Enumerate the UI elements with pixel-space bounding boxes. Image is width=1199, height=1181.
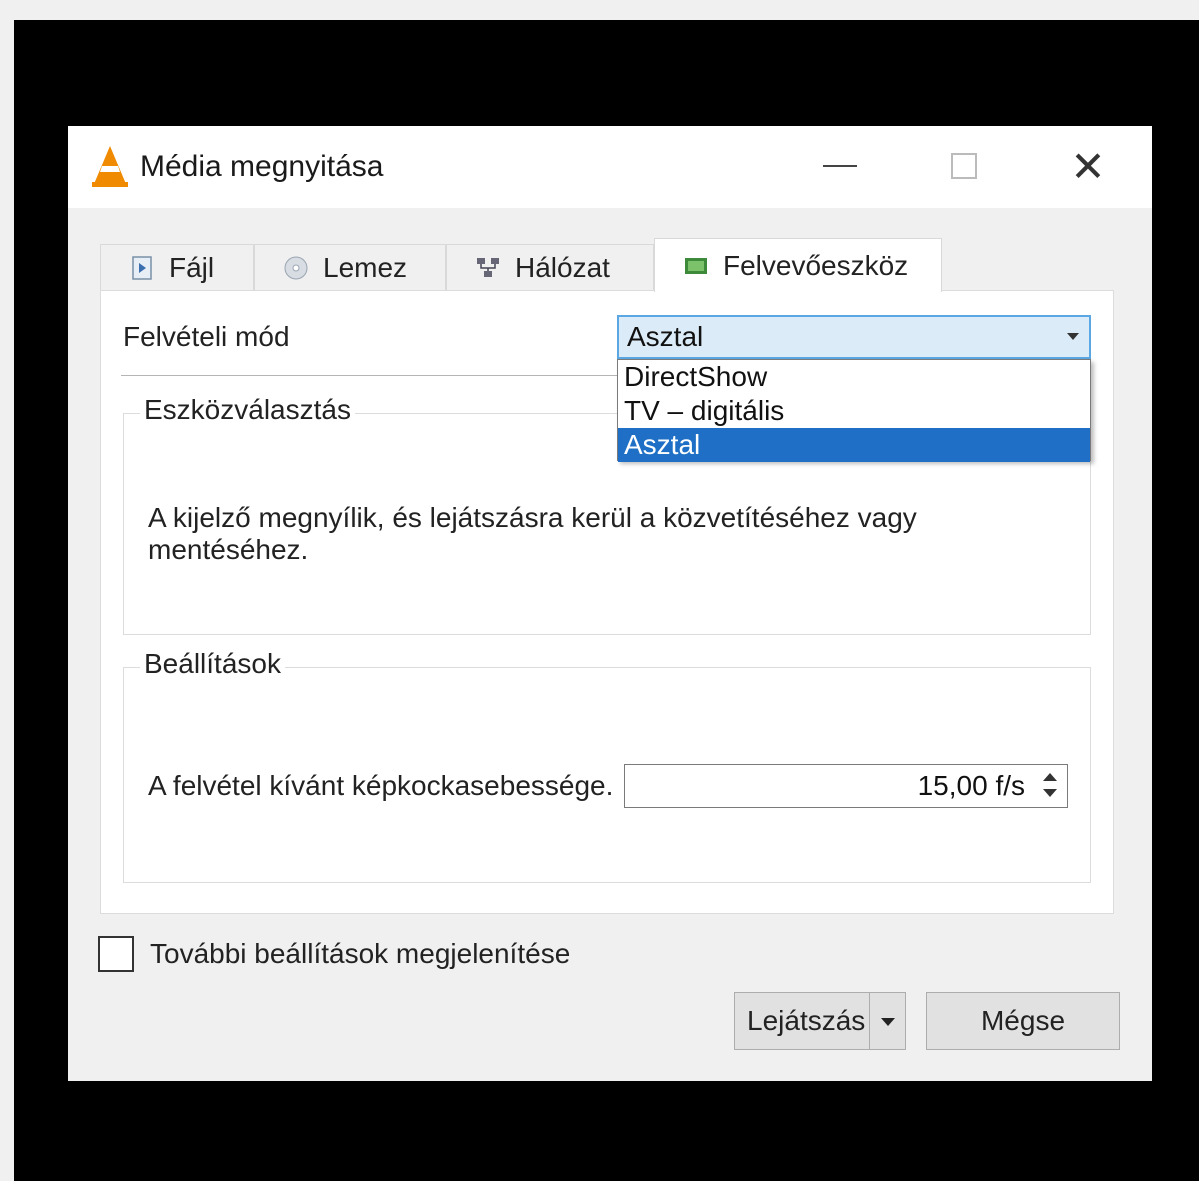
group-title: Eszközválasztás: [140, 394, 355, 426]
disc-icon: [284, 256, 308, 279]
minimize-icon[interactable]: [810, 146, 870, 186]
capture-mode-value: Asztal: [627, 321, 704, 352]
dropdown-option-desktop[interactable]: Asztal: [618, 428, 1090, 462]
cancel-button-label: Mégse: [980, 1005, 1066, 1036]
tab-label: Lemez: [323, 251, 408, 283]
tab-disc[interactable]: Lemez: [254, 244, 446, 290]
button-divider: [869, 993, 870, 1049]
tab-label: Fájl: [169, 251, 215, 283]
device-description: A kijelző megnyílik, és lejátszásra kerü…: [148, 502, 917, 565]
frame-rate-label: A felvétel kívánt képkockasebessége.: [148, 770, 614, 801]
tab-file[interactable]: Fájl: [100, 244, 254, 290]
chevron-down-icon[interactable]: [881, 1018, 895, 1026]
close-icon[interactable]: ✕: [1058, 143, 1118, 190]
capture-mode-select[interactable]: Asztal: [617, 315, 1091, 359]
capture-mode-dropdown-list: DirectShow TV – digitális Asztal: [617, 359, 1091, 462]
maximize-icon[interactable]: [934, 146, 994, 186]
tab-label: Hálózat: [515, 251, 610, 283]
spin-buttons[interactable]: [1037, 767, 1065, 805]
network-icon: [477, 257, 499, 277]
group-title: Beállítások: [140, 648, 285, 680]
cancel-button[interactable]: Mégse: [926, 992, 1120, 1050]
capture-mode-label: Felvételi mód: [123, 321, 290, 352]
dropdown-option-directshow[interactable]: DirectShow: [618, 360, 1090, 394]
spin-down-icon[interactable]: [1043, 789, 1057, 797]
file-icon: [132, 255, 152, 280]
open-media-dialog: Média megnyitása ✕ Fájl Lemez Hálózat Fe…: [68, 126, 1152, 1081]
vlc-cone-icon: [92, 146, 128, 187]
frame-rate-value: 15,00 f/s: [917, 770, 1025, 801]
more-options-checkbox[interactable]: [98, 936, 134, 972]
dropdown-option-tv-digital[interactable]: TV – digitális: [618, 394, 1090, 428]
chevron-down-icon: [1067, 333, 1079, 340]
play-button[interactable]: Lejátszás: [734, 992, 906, 1050]
capture-panel: Felvételi mód Asztal DirectShow TV – dig…: [100, 290, 1114, 914]
capture-device-icon: [685, 257, 707, 274]
settings-group: Beállítások A felvétel kívánt képkockase…: [123, 648, 1091, 883]
window-title: Média megnyitása: [140, 150, 384, 183]
title-bar[interactable]: Média megnyitása ✕: [68, 126, 1152, 208]
tab-label: Felvevőeszköz: [723, 249, 909, 281]
more-options-label[interactable]: További beállítások megjelenítése: [150, 938, 570, 970]
frame-rate-spinbox[interactable]: 15,00 f/s: [624, 764, 1068, 808]
tab-capture-device[interactable]: Felvevőeszköz: [654, 238, 942, 292]
play-button-label: Lejátszás: [747, 1005, 866, 1036]
divider: [121, 375, 621, 376]
tab-network[interactable]: Hálózat: [446, 244, 654, 290]
spin-up-icon[interactable]: [1043, 773, 1057, 781]
